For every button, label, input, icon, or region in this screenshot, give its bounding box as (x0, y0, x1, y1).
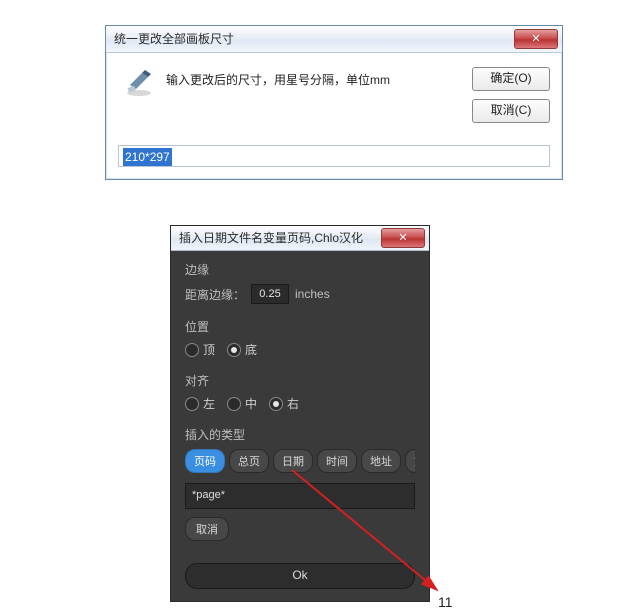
margin-input[interactable]: 0.25 (251, 284, 289, 304)
size-input[interactable]: 210*297 (118, 145, 550, 167)
position-option-top[interactable]: 顶 (185, 341, 215, 358)
type-option-filename[interactable]: 文件名 (405, 449, 415, 473)
insert-variable-dialog: 插入日期文件名变量页码,Chlo汉化 ✕ 边缘 距离边缘： 0.25 inche… (170, 225, 430, 602)
radio-icon (185, 397, 199, 411)
position-section-label: 位置 (185, 318, 415, 335)
position-option-bottom[interactable]: 底 (227, 341, 257, 358)
type-option-date[interactable]: 日期 (273, 449, 313, 473)
dialog1-titlebar[interactable]: 统一更改全部画板尺寸 ✕ (106, 26, 562, 53)
annotation-page-number: 11 (438, 594, 453, 610)
dialog2-title: 插入日期文件名变量页码,Chlo汉化 (179, 226, 363, 250)
close-icon: ✕ (531, 26, 540, 52)
token-input[interactable]: *page* (185, 483, 415, 509)
ok-button[interactable]: 确定(O) (472, 67, 550, 91)
position-section: 位置 顶 底 (185, 318, 415, 358)
dialog2-titlebar[interactable]: 插入日期文件名变量页码,Chlo汉化 ✕ (171, 226, 429, 251)
close-icon: ✕ (398, 226, 407, 250)
margin-label: 距离边缘： (185, 286, 245, 303)
margin-section-label: 边缘 (185, 261, 415, 278)
script-icon (122, 67, 156, 97)
ok-button[interactable]: Ok (185, 563, 415, 589)
resize-artboards-dialog: 统一更改全部画板尺寸 ✕ 输入更改后的尺寸，用星号分隔，单位mm 确定(O) 取… (105, 25, 563, 180)
margin-section: 边缘 距离边缘： 0.25 inches (185, 261, 415, 304)
align-option-right[interactable]: 右 (269, 395, 299, 412)
radio-icon (269, 397, 283, 411)
cancel-button[interactable]: 取消 (185, 517, 229, 541)
dialog1-prompt: 输入更改后的尺寸，用星号分隔，单位mm (166, 67, 462, 88)
size-input-value: 210*297 (123, 148, 172, 166)
align-section-label: 对齐 (185, 372, 415, 389)
dialog2-close-button[interactable]: ✕ (381, 228, 425, 248)
radio-icon (227, 343, 241, 357)
margin-unit: inches (295, 287, 330, 301)
radio-icon (227, 397, 241, 411)
radio-icon (185, 343, 199, 357)
dialog1-close-button[interactable]: ✕ (514, 29, 558, 49)
type-option-time[interactable]: 时间 (317, 449, 357, 473)
align-option-left[interactable]: 左 (185, 395, 215, 412)
insert-type-section-label: 插入的类型 (185, 426, 415, 443)
dialog1-body: 输入更改后的尺寸，用星号分隔，单位mm 确定(O) 取消(C) 210*297 (106, 53, 562, 179)
dialog2-body: 边缘 距离边缘： 0.25 inches 位置 顶 底 对齐 (171, 251, 429, 601)
cancel-button[interactable]: 取消(C) (472, 99, 550, 123)
type-option-page[interactable]: 页码 (185, 449, 225, 473)
align-section: 对齐 左 中 右 (185, 372, 415, 412)
insert-type-section: 插入的类型 页码 总页 日期 时间 地址 文件名 (185, 426, 415, 473)
type-option-total[interactable]: 总页 (229, 449, 269, 473)
align-option-center[interactable]: 中 (227, 395, 257, 412)
dialog1-title: 统一更改全部画板尺寸 (114, 26, 234, 52)
type-option-path[interactable]: 地址 (361, 449, 401, 473)
